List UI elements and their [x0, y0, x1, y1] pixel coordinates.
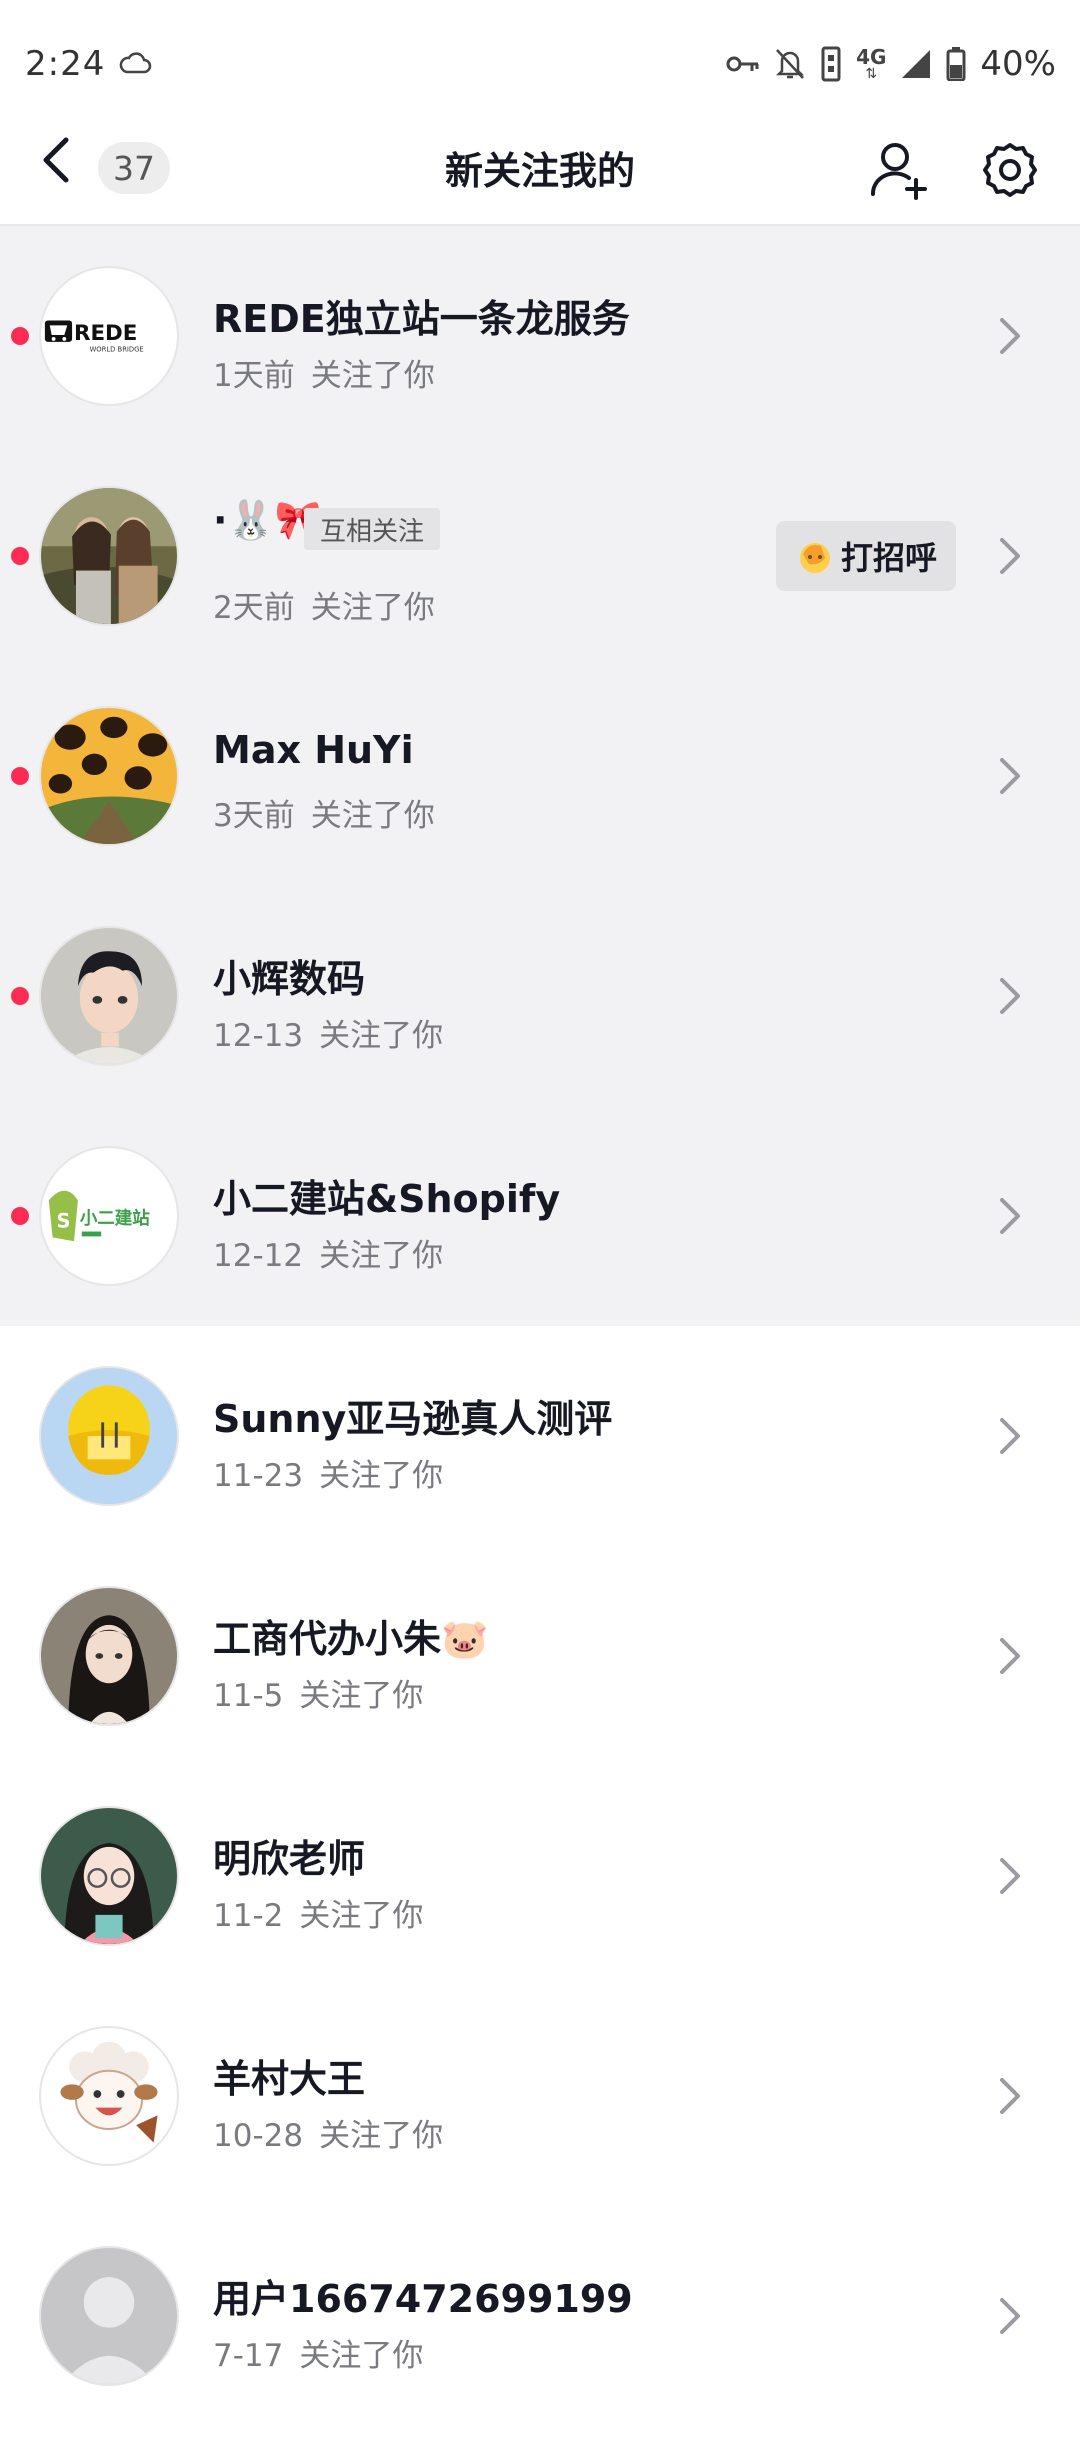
avatar[interactable]: [39, 1366, 179, 1506]
avatar[interactable]: [39, 486, 179, 626]
network-type: 4G: [856, 45, 887, 69]
follower-name: Max HuYi: [213, 728, 414, 772]
say-hi-label: 打招呼: [840, 539, 937, 577]
follower-meta: 2天前 关注了你: [213, 582, 435, 627]
chevron-right-icon[interactable]: [996, 974, 1024, 1018]
follower-row[interactable]: Sunny亚马逊真人测评 11-23 关注了你: [0, 1326, 1080, 1546]
follower-meta: 1天前 关注了你: [213, 350, 435, 395]
unread-dot: [11, 1207, 29, 1225]
follower-name: 工商代办小朱🐷: [213, 1617, 489, 1661]
follower-row[interactable]: 工商代办小朱🐷 11-5 关注了你: [0, 1546, 1080, 1766]
wave-hand-icon: [799, 543, 830, 573]
follower-name: 羊村大王: [213, 2057, 366, 2101]
gear-icon[interactable]: [980, 140, 1040, 200]
avatar[interactable]: S 小二建站: [39, 1146, 179, 1286]
battery-icon: [946, 47, 966, 81]
status-time: 2:24: [25, 44, 106, 84]
follower-row[interactable]: 用户1667472699199 7-17 关注了你: [0, 2206, 1080, 2426]
xiaoer-logo-text: 小二建站: [80, 1208, 150, 1229]
nav-bar: 37 新关注我的: [0, 100, 1080, 226]
follower-row[interactable]: Max HuYi 3天前 关注了你: [0, 666, 1080, 886]
avatar[interactable]: [39, 926, 179, 1066]
chevron-right-icon[interactable]: [996, 534, 1024, 578]
chevron-right-icon[interactable]: [996, 1854, 1024, 1898]
follower-row[interactable]: S 小二建站 小二建站&Shopify 12-12 关注了你: [0, 1106, 1080, 1326]
follow-time: 1天前: [213, 358, 295, 394]
follower-meta: 11-2 关注了你: [213, 1890, 423, 1935]
follow-time: 11-5: [213, 1678, 284, 1714]
svg-text:S: S: [57, 1210, 71, 1233]
follower-list: REDE WORLD BRIDGE REDE独立站一条龙服务 1天前 关注了你 ·🐰🎀 互相…: [0, 226, 1080, 2426]
rede-logo-subtext: WORLD BRIDGE: [90, 346, 144, 354]
cloud-icon: [119, 52, 152, 74]
unread-dot: [11, 987, 29, 1005]
follow-time: 12-12: [213, 1238, 304, 1274]
status-icons: 4G ⇅ 40%: [726, 44, 1056, 84]
avatar[interactable]: REDE WORLD BRIDGE: [39, 266, 179, 406]
follower-row[interactable]: 小辉数码 12-13 关注了你: [0, 886, 1080, 1106]
unread-dot: [11, 767, 29, 785]
follow-action: 关注了你: [299, 1898, 424, 1934]
avatar[interactable]: [39, 706, 179, 846]
chevron-right-icon[interactable]: [996, 314, 1024, 358]
vibrate-icon: [821, 46, 841, 82]
follow-time: 10-28: [213, 2118, 304, 2154]
follower-row[interactable]: REDE WORLD BRIDGE REDE独立站一条龙服务 1天前 关注了你: [0, 226, 1080, 446]
battery-percent: 40%: [980, 44, 1056, 84]
data-arrows-icon: ⇅: [865, 66, 878, 82]
follow-action: 关注了你: [319, 1458, 444, 1494]
say-hi-button[interactable]: 打招呼: [776, 521, 956, 591]
follow-time: 2天前: [213, 590, 295, 626]
follower-name: 用户1667472699199: [213, 2277, 633, 2321]
follower-meta: 12-13 关注了你: [213, 1010, 443, 1055]
chevron-right-icon[interactable]: [996, 1634, 1024, 1678]
follower-meta: 10-28 关注了你: [213, 2110, 443, 2155]
follower-name: 小辉数码: [213, 957, 366, 1001]
unread-dot: [11, 327, 29, 345]
follow-time: 7-17: [213, 2338, 284, 2374]
follower-meta: 7-17 关注了你: [213, 2330, 423, 2375]
follower-name: 明欣老师: [213, 1837, 366, 1881]
follow-action: 关注了你: [319, 2118, 444, 2154]
avatar[interactable]: [39, 2246, 179, 2386]
follower-meta: 11-5 关注了你: [213, 1670, 423, 1715]
chevron-right-icon[interactable]: [996, 1414, 1024, 1458]
chevron-right-icon[interactable]: [996, 2074, 1024, 2118]
avatar[interactable]: [39, 1586, 179, 1726]
follow-action: 关注了你: [310, 358, 435, 394]
follow-time: 12-13: [213, 1018, 304, 1054]
avatar[interactable]: [39, 1806, 179, 1946]
follower-meta: 12-12 关注了你: [213, 1230, 443, 1275]
follower-name: Sunny亚马逊真人测评: [213, 1397, 613, 1441]
follower-row[interactable]: 明欣老师 11-2 关注了你: [0, 1766, 1080, 1986]
follow-action: 关注了你: [319, 1238, 444, 1274]
follow-time: 11-2: [213, 1898, 284, 1934]
unread-dot: [11, 547, 29, 565]
follower-name: 小二建站&Shopify: [213, 1177, 561, 1221]
bell-off-icon: [776, 49, 805, 79]
follow-action: 关注了你: [319, 1018, 444, 1054]
chevron-right-icon[interactable]: [996, 754, 1024, 798]
follower-row[interactable]: 羊村大王 10-28 关注了你: [0, 1986, 1080, 2206]
follow-time: 3天前: [213, 798, 295, 834]
follow-action: 关注了你: [299, 1678, 424, 1714]
add-user-icon[interactable]: [868, 138, 930, 200]
follower-name: REDE独立站一条龙服务: [213, 297, 630, 341]
follow-action: 关注了你: [310, 590, 435, 626]
chevron-right-icon[interactable]: [996, 2294, 1024, 2338]
follower-row[interactable]: ·🐰🎀 互相关注 2天前 关注了你 打招呼: [0, 446, 1080, 666]
follow-time: 11-23: [213, 1458, 304, 1494]
follower-meta: 11-23 关注了你: [213, 1450, 443, 1495]
follower-meta: 3天前 关注了你: [213, 790, 435, 835]
mutual-follow-tag: 互相关注: [304, 508, 441, 550]
rede-logo-text: REDE: [74, 321, 137, 346]
follow-action: 关注了你: [310, 798, 435, 834]
signal-icon: [902, 50, 931, 78]
chevron-right-icon[interactable]: [996, 1194, 1024, 1238]
avatar[interactable]: [39, 2026, 179, 2166]
follow-action: 关注了你: [299, 2338, 424, 2374]
key-icon: [726, 56, 759, 72]
